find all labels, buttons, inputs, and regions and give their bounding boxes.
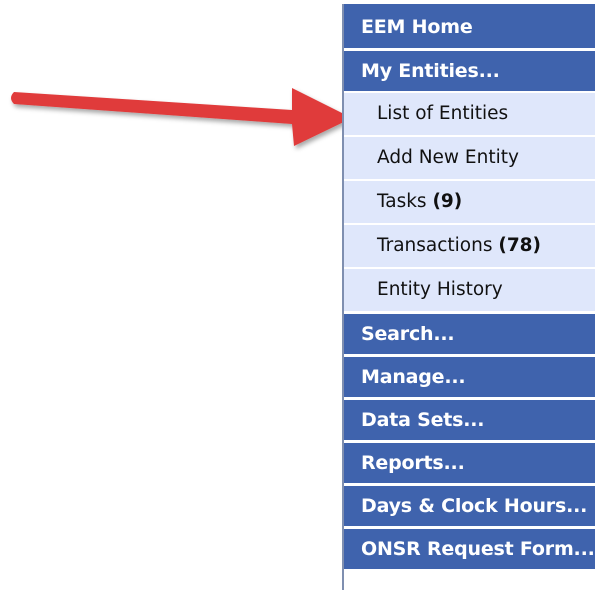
menu-data-sets[interactable]: Data Sets... <box>344 397 595 440</box>
menu-manage[interactable]: Manage... <box>344 354 595 397</box>
menu-reports[interactable]: Reports... <box>344 440 595 483</box>
transactions-count: (78) <box>498 235 542 256</box>
tasks-label: Tasks <box>377 191 433 212</box>
transactions-label: Transactions <box>377 235 499 256</box>
submenu-add-new-entity[interactable]: Add New Entity <box>344 135 595 179</box>
tasks-count: (9) <box>432 191 463 212</box>
menu-days-clock-hours[interactable]: Days & Clock Hours... <box>344 483 595 526</box>
menu-my-entities[interactable]: My Entities... <box>344 48 595 91</box>
submenu-tasks[interactable]: Tasks (9) <box>344 179 595 223</box>
menu-search[interactable]: Search... <box>344 311 595 354</box>
sidebar-menu: EEM Home My Entities... List of Entities… <box>342 4 595 590</box>
menu-eem-home[interactable]: EEM Home <box>344 4 595 48</box>
submenu-entity-history[interactable]: Entity History <box>344 267 595 311</box>
submenu-list-of-entities[interactable]: List of Entities <box>344 91 595 135</box>
menu-onsr-request-form[interactable]: ONSR Request Form... <box>344 526 595 569</box>
submenu-transactions[interactable]: Transactions (78) <box>344 223 595 267</box>
red-arrow-icon <box>11 88 352 146</box>
